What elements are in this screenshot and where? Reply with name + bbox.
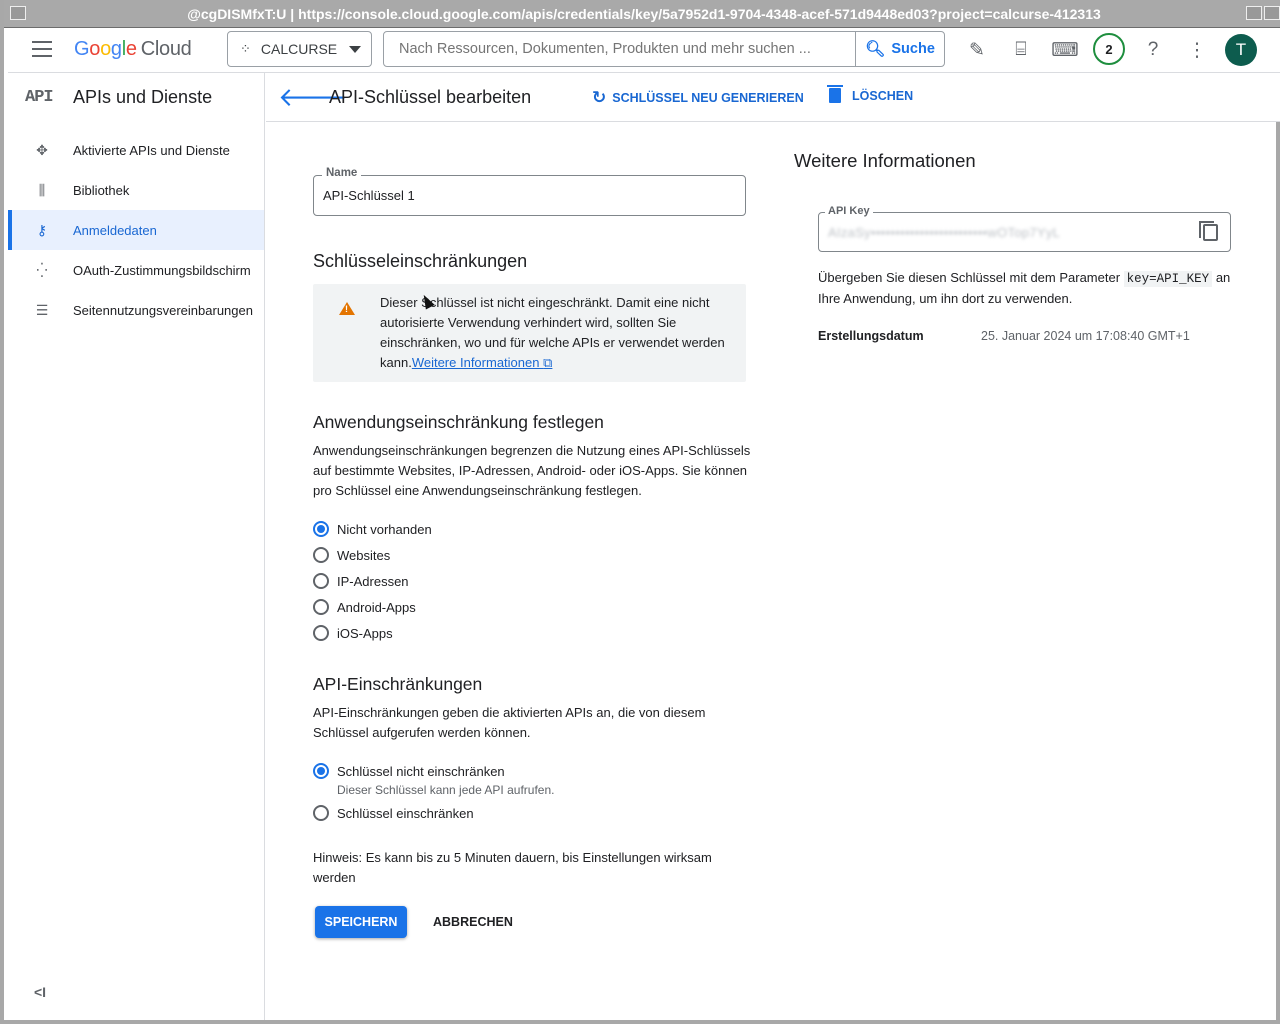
key-icon: ⚷ [36,221,48,238]
more-vert-icon[interactable]: ⋮ [1184,37,1210,63]
sidebar-title: APIs und Dienste [73,86,213,107]
sidebar-item-credentials[interactable]: ⚷ Anmeldedaten [8,210,264,250]
api-key-label: API Key [825,206,873,217]
radio-app-ios[interactable]: iOS-Apps [313,625,393,641]
project-name: CALCURSE [260,41,338,57]
warning-icon [339,302,355,315]
help-icon[interactable]: ? [1140,37,1166,63]
creation-date-value: 25. Januar 2024 um 17:08:40 GMT+1 [981,329,1190,343]
chevron-down-icon [349,46,361,53]
learn-more-link[interactable]: Weitere Informationen ⧉ [412,355,553,370]
settings-list-icon: ☰ [35,301,49,318]
copy-icon[interactable] [1199,221,1218,241]
hint-text: Hinweis: Es kann bis zu 5 Minuten dauern… [313,850,712,885]
radio-api-unrestricted[interactable]: Schlüssel nicht einschränken [313,763,505,779]
save-button[interactable]: SPEICHERN [315,906,407,938]
info-panel-title: Weitere Informationen [794,150,976,171]
trash-icon [827,85,843,103]
creation-date-row: Erstellungsdatum 25. Januar 2024 um 17:08… [818,329,1190,343]
search-button[interactable]: 🔍︎ Suche [855,32,944,66]
radio-app-none[interactable]: Nicht vorhanden [313,521,432,537]
cancel-button[interactable]: ABBRECHEN [433,906,513,938]
window-maximize-button[interactable] [1246,6,1262,20]
oauth-icon: ⁛ [36,261,48,278]
collapse-sidebar-icon[interactable]: <I [34,984,46,1000]
window-close-button[interactable] [1264,6,1280,20]
project-selector[interactable]: ⁘ CALCURSE [227,31,372,67]
sidebar-item-page-usage[interactable]: ☰ Seitennutzungsvereinbarungen [8,290,264,330]
apis-icon: ✥ [36,141,48,158]
api-key-usage-text: Übergeben Sie diesen Schlüssel mit dem P… [818,270,1231,306]
app-restriction-description: Anwendungseinschränkungen begrenzen die … [313,443,751,498]
page-title: API-Schlüssel bearbeiten [329,87,532,107]
regenerate-key-button[interactable]: ↻ SCHLÜSSEL NEU GENERIEREN [592,88,804,108]
name-field: Name [313,167,746,216]
sidebar-header: API APIs und Dienste [8,73,264,121]
api-key-param: key=API_KEY [1123,271,1213,287]
name-input[interactable] [314,176,745,215]
search-input[interactable] [384,32,854,66]
google-cloud-logo[interactable]: Google Cloud [74,38,192,61]
top-app-bar: GoogleCloud ⁘ CALCURSE 🔍︎ Suche ✎ ⌸ ⌨ 2 … [8,28,1280,73]
project-icon: ⁘ [240,41,251,56]
feedback-icon[interactable]: ✎ [964,37,990,63]
delete-button[interactable]: LÖSCHEN [827,85,913,103]
radio-app-ip[interactable]: IP-Adressen [313,573,409,589]
api-restriction-description: API-Einschränkungen geben die aktivierte… [313,705,706,740]
sidebar-item-library[interactable]: ⫼ Bibliothek [8,170,264,210]
api-key-field: API Key AIzaSy••••••••••••••••••••••••wO… [818,206,1231,252]
avatar[interactable]: T [1225,34,1257,66]
cloud-shell-icon[interactable]: ⌨ [1051,37,1078,63]
browser-window: @cgDISMfxT:U | https://console.cloud.goo… [0,0,1280,1024]
radio-api-restrict[interactable]: Schlüssel einschränken [313,805,474,821]
window-menu-button[interactable] [10,6,26,20]
key-restrictions-heading: Schlüsseleinschränkungen [313,251,528,271]
sidebar-item-enabled-apis[interactable]: ✥ Aktivierte APIs und Dienste [8,130,264,170]
app-restriction-heading: Anwendungseinschränkung festlegen [313,412,604,432]
radio-app-websites[interactable]: Websites [313,547,390,563]
refresh-icon: ↻ [592,88,607,107]
radio-api-unrestricted-sublabel: Dieser Schlüssel kann jede API aufrufen. [337,783,555,797]
library-icon: ⫼ [38,181,46,198]
external-link-icon: ⧉ [543,355,553,370]
search-icon: 🔍︎ [865,41,886,58]
unrestricted-warning: Dieser Schlüssel ist nicht eingeschränkt… [313,284,746,382]
radio-app-android[interactable]: Android-Apps [313,599,416,615]
search-bar: 🔍︎ Suche [383,31,945,67]
gift-icon[interactable]: ⌸ [1008,37,1034,63]
window-title: @cgDISMfxT:U | https://console.cloud.goo… [187,5,1101,22]
sidebar-item-oauth-consent[interactable]: ⁛ OAuth-Zustimmungsbildschirm [8,250,264,290]
notifications-badge[interactable]: 2 [1093,33,1125,65]
page-header: 🡐 API-Schlüssel bearbeiten ↻ SCHLÜSSEL N… [266,73,1280,122]
edit-key-form: Name Schlüsseleinschränkungen Dieser Sch… [266,122,786,1020]
api-product-icon: API [25,87,54,107]
main-menu-icon[interactable] [32,41,52,57]
creation-date-label: Erstellungsdatum [818,329,924,343]
sidebar: API APIs und Dienste ✥ Aktivierte APIs u… [8,73,265,1020]
api-key-value: AIzaSy••••••••••••••••••••••••wOTop7YyL [828,225,1061,240]
window-titlebar: @cgDISMfxT:U | https://console.cloud.goo… [4,0,1280,28]
name-label: Name [322,167,362,179]
api-restriction-heading: API-Einschränkungen [313,674,483,694]
